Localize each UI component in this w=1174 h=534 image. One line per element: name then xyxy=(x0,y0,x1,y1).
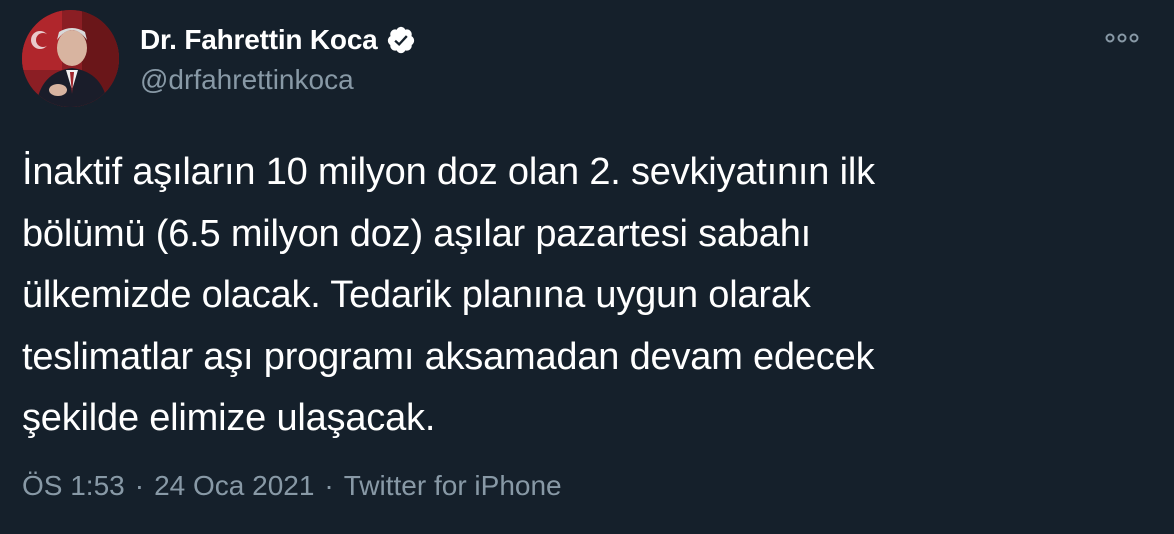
tweet-text-line: ülkemizde olacak. Tedarik planına uygun … xyxy=(22,274,811,316)
tweet-text-line: İnaktif aşıların 10 milyon doz olan 2. s… xyxy=(22,151,875,193)
tweet-text-line: teslimatlar aşı programı aksamadan devam… xyxy=(22,335,875,378)
author-block: Dr. Fahrettin Koca @drfahrettinkoca xyxy=(140,22,416,96)
tweet-source[interactable]: Twitter for iPhone xyxy=(344,470,562,501)
tweet-meta: ÖS 1:53 · 24 Oca 2021 · Twitter for iPhone xyxy=(22,470,562,502)
tweet-text-line: bölümü (6.5 milyon doz) aşılar pazartesi… xyxy=(22,212,811,255)
tweet-card: Dr. Fahrettin Koca @drfahrettinkoca İnak… xyxy=(0,0,1174,534)
tweet-date[interactable]: 24 Oca 2021 xyxy=(154,470,314,501)
profile-photo-icon xyxy=(22,10,119,107)
meta-separator: · xyxy=(324,470,334,501)
tweet-text: İnaktif aşıların 10 milyon doz olan 2. s… xyxy=(22,142,1122,450)
meta-separator: · xyxy=(134,470,145,501)
tweet-time[interactable]: ÖS 1:53 xyxy=(22,470,125,501)
verified-badge-icon xyxy=(386,25,416,55)
handle[interactable]: @drfahrettinkoca xyxy=(140,64,416,96)
more-options-button[interactable] xyxy=(1102,26,1142,50)
display-name[interactable]: Dr. Fahrettin Koca xyxy=(140,24,378,56)
name-row: Dr. Fahrettin Koca xyxy=(140,22,416,58)
tweet-text-line: şekilde elimize ulaşacak. xyxy=(22,397,436,439)
avatar[interactable] xyxy=(22,10,119,107)
more-options-icon xyxy=(1105,33,1139,43)
